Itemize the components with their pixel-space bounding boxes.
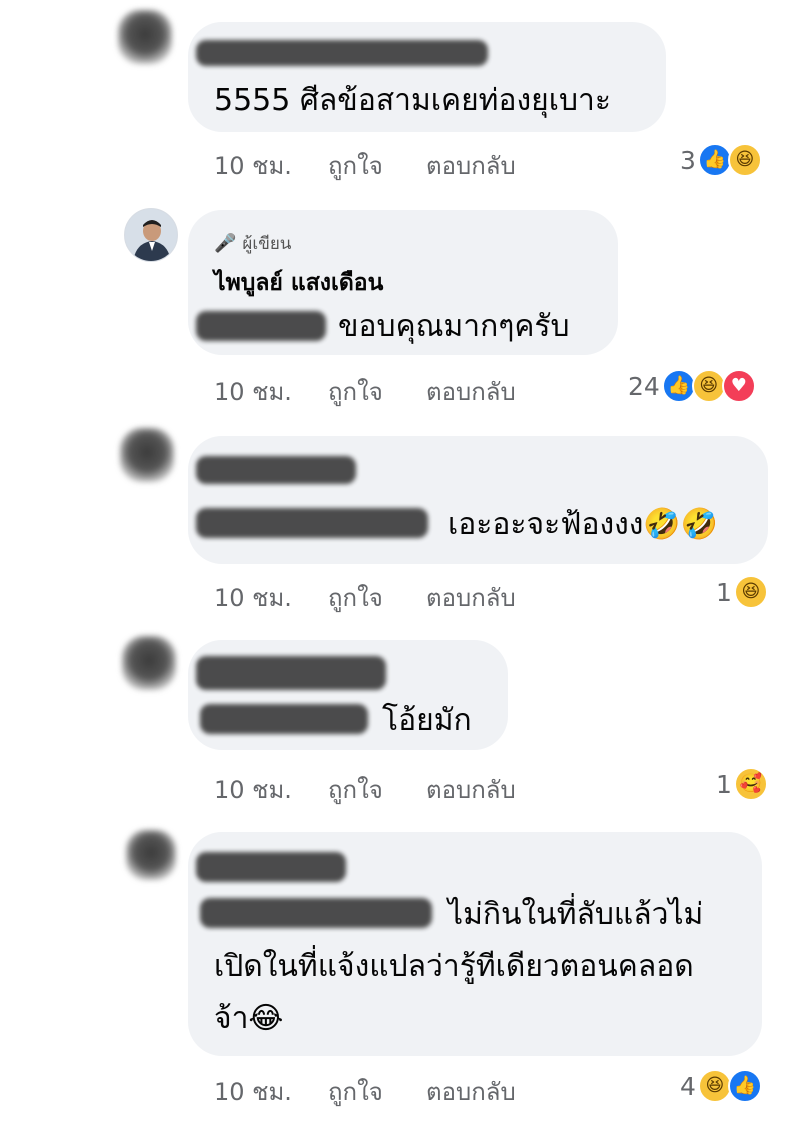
reaction-summary[interactable]: 4 😆 👍 bbox=[680, 1068, 762, 1104]
like-icon: 👍 bbox=[697, 143, 732, 177]
reply-link[interactable]: ตอบกลับ bbox=[426, 146, 516, 185]
like-link[interactable]: ถูกใจ bbox=[328, 372, 383, 411]
author-name[interactable]: ไพบูลย์ แสงเดือน bbox=[214, 265, 383, 301]
comment-text-line-2: เปิดในที่แจ้งแปลว่ารู้ทีเดียวตอนคลอด bbox=[214, 949, 694, 984]
like-link[interactable]: ถูกใจ bbox=[328, 578, 383, 617]
reply-link[interactable]: ตอบกลับ bbox=[426, 1072, 516, 1111]
redacted-name bbox=[196, 656, 386, 690]
redacted-mention bbox=[200, 898, 432, 928]
comment-text: 5555 ศีลข้อสามเคยท่องยุเบาะ bbox=[214, 83, 611, 118]
haha-icon: 😆 bbox=[697, 1069, 732, 1103]
timestamp[interactable]: 10 ชม. bbox=[214, 578, 292, 617]
avatar[interactable] bbox=[126, 830, 176, 880]
avatar[interactable] bbox=[122, 636, 176, 690]
like-link[interactable]: ถูกใจ bbox=[328, 770, 383, 809]
timestamp[interactable]: 10 ชม. bbox=[214, 1072, 292, 1111]
reaction-summary[interactable]: 1 🥰 bbox=[716, 766, 768, 802]
comment-text: โอ้ยมัก bbox=[382, 703, 472, 738]
haha-icon: 😆 bbox=[727, 143, 762, 177]
redacted-name bbox=[196, 456, 356, 484]
reaction-summary[interactable]: 1 😆 bbox=[716, 574, 768, 610]
like-icon: 👍 bbox=[727, 1069, 762, 1103]
reaction-summary[interactable]: 3 👍 😆 bbox=[680, 142, 762, 178]
author-badge-label: ผู้เขียน bbox=[242, 234, 292, 254]
love-icon: ♥ bbox=[721, 369, 756, 403]
redacted-mention bbox=[196, 311, 326, 341]
reaction-count: 3 bbox=[680, 145, 696, 175]
author-avatar[interactable] bbox=[124, 208, 178, 262]
comment-text-line-3: จ้า😂 bbox=[214, 1001, 284, 1036]
timestamp[interactable]: 10 ชม. bbox=[214, 372, 292, 411]
reaction-count: 24 bbox=[628, 371, 660, 401]
comment-meta: 10 ชม. ถูกใจ ตอบกลับ bbox=[0, 770, 800, 804]
reply-link[interactable]: ตอบกลับ bbox=[426, 770, 516, 809]
reaction-count: 1 bbox=[716, 769, 732, 799]
like-icon: 👍 bbox=[661, 369, 696, 403]
redacted-name bbox=[196, 40, 488, 66]
haha-icon: 😆 bbox=[691, 369, 726, 403]
timestamp[interactable]: 10 ชม. bbox=[214, 770, 292, 809]
reaction-summary[interactable]: 24 👍 😆 ♥ bbox=[628, 368, 756, 404]
reaction-count: 4 bbox=[680, 1071, 696, 1101]
timestamp[interactable]: 10 ชม. bbox=[214, 146, 292, 185]
reaction-count: 1 bbox=[716, 577, 732, 607]
redacted-name bbox=[196, 852, 346, 882]
comment-text: ขอบคุณมากๆครับ bbox=[338, 309, 570, 344]
avatar[interactable] bbox=[120, 428, 174, 482]
reply-link[interactable]: ตอบกลับ bbox=[426, 578, 516, 617]
comment-text-line-1: ไม่กินในที่ลับแล้วไม่ bbox=[448, 897, 704, 932]
comment-meta: 10 ชม. ถูกใจ ตอบกลับ bbox=[0, 578, 800, 612]
author-badge: 🎤 ผู้เขียน bbox=[214, 230, 291, 257]
care-icon: 🥰 bbox=[733, 767, 768, 801]
redacted-mention bbox=[200, 704, 368, 734]
microphone-icon: 🎤 bbox=[214, 233, 237, 254]
haha-icon: 😆 bbox=[733, 575, 768, 609]
reply-link[interactable]: ตอบกลับ bbox=[426, 372, 516, 411]
like-link[interactable]: ถูกใจ bbox=[328, 146, 383, 185]
comment-text: เอะอะจะฟ้องงง🤣🤣 bbox=[448, 507, 719, 542]
like-link[interactable]: ถูกใจ bbox=[328, 1072, 383, 1111]
avatar[interactable] bbox=[118, 10, 172, 64]
redacted-mention bbox=[196, 508, 428, 538]
